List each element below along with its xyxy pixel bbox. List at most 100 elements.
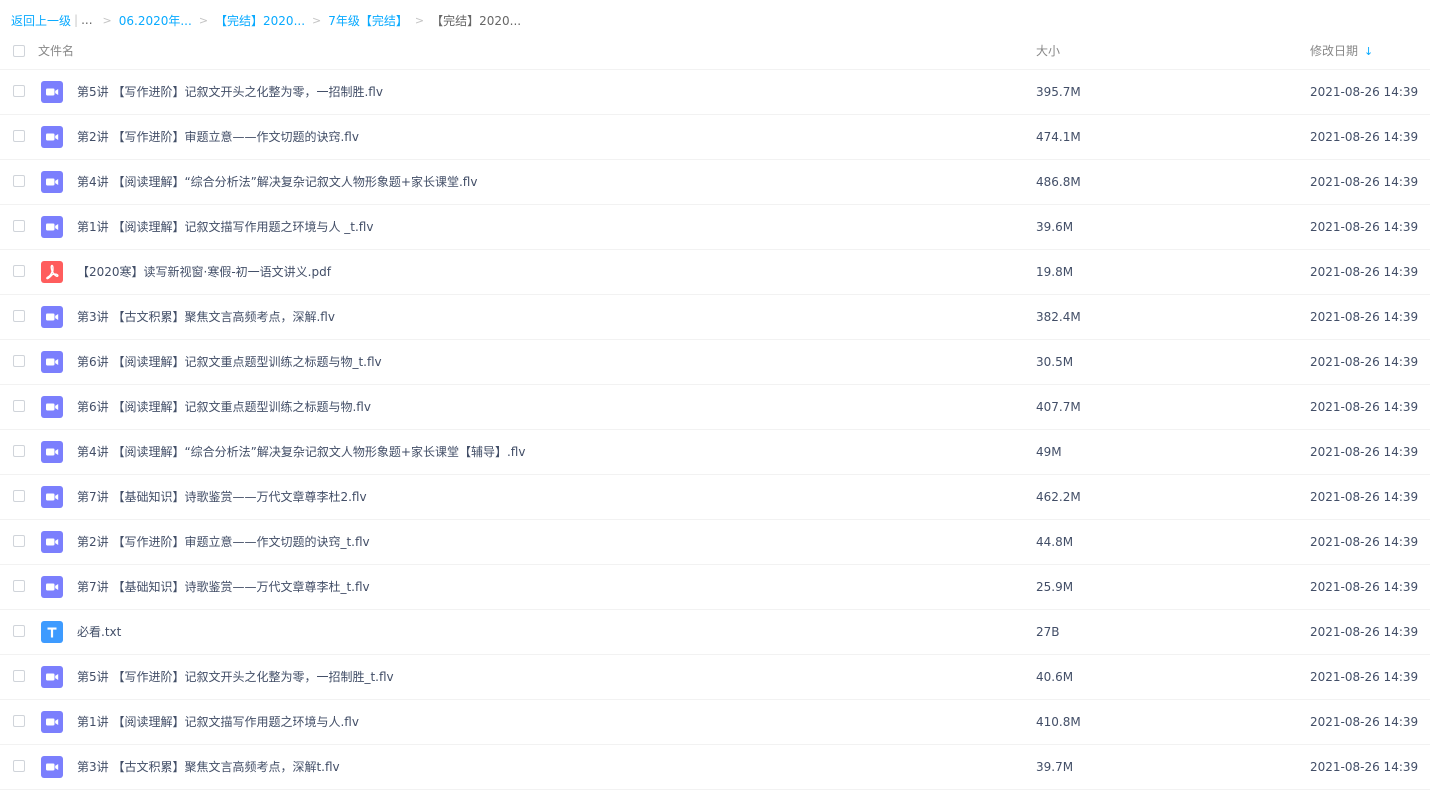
txt-icon[interactable] xyxy=(41,621,63,643)
row-checkbox[interactable] xyxy=(13,310,25,322)
file-size: 474.1M xyxy=(1036,130,1081,144)
file-row[interactable]: 第3讲 【古文积累】聚焦文言高频考点，深解t.flv 39.7M 2021-08-2… xyxy=(0,745,1430,790)
file-modified-date: 2021-08-26 14:39 xyxy=(1310,85,1419,99)
file-size: 19.8M xyxy=(1036,265,1074,279)
row-checkbox[interactable] xyxy=(13,400,25,412)
file-name[interactable]: 第2讲 【写作进阶】审题立意——作文切题的诀窍.flv xyxy=(77,115,359,159)
row-checkbox[interactable] xyxy=(13,445,25,457)
select-all-checkbox[interactable] xyxy=(13,45,25,57)
file-row[interactable]: 第6讲 【阅读理解】记叙文重点题型训练之标题与物_t.flv 30.5M 2021-… xyxy=(0,340,1430,385)
video-icon[interactable] xyxy=(41,756,63,778)
file-name[interactable]: 第6讲 【阅读理解】记叙文重点题型训练之标题与物_t.flv xyxy=(77,340,382,384)
row-checkbox[interactable] xyxy=(13,625,25,637)
file-name[interactable]: 第1讲 【阅读理解】记叙文描写作用题之环境与人 _t.flv xyxy=(77,205,373,249)
breadcrumb-item-grade7[interactable]: 7年级【完结】 xyxy=(328,12,408,29)
file-row[interactable]: 第1讲 【阅读理解】记叙文描写作用题之环境与人.flv 410.8M 2021-08… xyxy=(0,700,1430,745)
file-row[interactable]: 第5讲 【写作进阶】记叙文开头之化整为零，一招制胜_t.flv 40.6M 2021… xyxy=(0,655,1430,700)
file-modified-date: 2021-08-26 14:39 xyxy=(1310,130,1419,144)
row-checkbox[interactable] xyxy=(13,355,25,367)
file-size: 407.7M xyxy=(1036,400,1081,414)
file-name[interactable]: 第6讲 【阅读理解】记叙文重点题型训练之标题与物.flv xyxy=(77,385,371,429)
file-size: 462.2M xyxy=(1036,490,1081,504)
file-name[interactable]: 第7讲 【基础知识】诗歌鉴赏——万代文章尊李杜2.flv xyxy=(77,475,367,519)
file-modified-date: 2021-08-26 14:39 xyxy=(1310,445,1419,459)
file-name[interactable]: 第3讲 【古文积累】聚焦文言高频考点，深解.flv xyxy=(77,295,335,339)
file-modified-date: 2021-08-26 14:39 xyxy=(1310,400,1419,414)
row-checkbox[interactable] xyxy=(13,220,25,232)
file-row[interactable]: 第7讲 【基础知识】诗歌鉴赏——万代文章尊李杜2.flv 462.2M 2021-0… xyxy=(0,475,1430,520)
column-header-size[interactable]: 大小 xyxy=(1036,33,1060,69)
video-icon[interactable] xyxy=(41,396,63,418)
breadcrumb-back-link[interactable]: 返回上一级 xyxy=(11,12,71,29)
file-row[interactable]: 第7讲 【基础知识】诗歌鉴赏——万代文章尊李杜_t.flv 25.9M 2021-0… xyxy=(0,565,1430,610)
video-icon[interactable] xyxy=(41,441,63,463)
row-checkbox[interactable] xyxy=(13,535,25,547)
file-name[interactable]: 第1讲 【阅读理解】记叙文描写作用题之环境与人.flv xyxy=(77,700,359,744)
video-icon[interactable] xyxy=(41,351,63,373)
file-size: 27B xyxy=(1036,625,1060,639)
video-icon[interactable] xyxy=(41,216,63,238)
sort-down-arrow-icon[interactable]: ↓ xyxy=(1364,45,1373,58)
pdf-icon[interactable] xyxy=(41,261,63,283)
file-name[interactable]: 必看.txt xyxy=(77,610,121,654)
video-icon[interactable] xyxy=(41,666,63,688)
file-row[interactable]: 第4讲 【阅读理解】“综合分析法”解决复杂记叙文人物形象题+家长课堂【辅导】.f… xyxy=(0,430,1430,475)
breadcrumb-chevron-icon: > xyxy=(198,13,209,27)
column-header-name[interactable]: 文件名 xyxy=(38,33,74,69)
breadcrumb-divider: | xyxy=(74,13,79,27)
row-checkbox[interactable] xyxy=(13,490,25,502)
video-icon[interactable] xyxy=(41,531,63,553)
file-list-header: 文件名 大小 修改日期 ↓ xyxy=(0,33,1430,70)
file-row[interactable]: 必看.txt 27B 2021-08-26 14:39 xyxy=(0,610,1430,655)
row-checkbox[interactable] xyxy=(13,760,25,772)
file-size: 486.8M xyxy=(1036,175,1081,189)
row-checkbox[interactable] xyxy=(13,175,25,187)
breadcrumb-item-complete-2020[interactable]: 【完结】2020... xyxy=(215,12,305,29)
file-name[interactable]: 第7讲 【基础知识】诗歌鉴赏——万代文章尊李杜_t.flv xyxy=(77,565,370,609)
file-row[interactable]: 第2讲 【写作进阶】审题立意——作文切题的诀窍_t.flv 44.8M 2021-0… xyxy=(0,520,1430,565)
video-icon[interactable] xyxy=(41,711,63,733)
video-icon[interactable] xyxy=(41,81,63,103)
file-name[interactable]: 第5讲 【写作进阶】记叙文开头之化整为零，一招制胜.flv xyxy=(77,70,383,114)
file-name[interactable]: 第5讲 【写作进阶】记叙文开头之化整为零，一招制胜_t.flv xyxy=(77,655,394,699)
row-checkbox[interactable] xyxy=(13,265,25,277)
breadcrumb-item-2020[interactable]: 06.2020年... xyxy=(119,12,192,29)
file-name[interactable]: 第2讲 【写作进阶】审题立意——作文切题的诀窍_t.flv xyxy=(77,520,370,564)
video-icon[interactable] xyxy=(41,486,63,508)
file-name[interactable]: 【2020寒】读写新视窗·寒假-初一语文讲义.pdf xyxy=(77,250,331,294)
video-icon[interactable] xyxy=(41,306,63,328)
file-size: 49M xyxy=(1036,445,1062,459)
video-icon[interactable] xyxy=(41,171,63,193)
file-name[interactable]: 第4讲 【阅读理解】“综合分析法”解决复杂记叙文人物形象题+家长课堂【辅导】.f… xyxy=(77,430,525,474)
breadcrumb-chevron-icon: > xyxy=(312,13,322,27)
file-modified-date: 2021-08-26 14:39 xyxy=(1310,265,1419,279)
file-size: 40.6M xyxy=(1036,670,1074,684)
file-modified-date: 2021-08-26 14:39 xyxy=(1310,310,1419,324)
file-row[interactable]: 第1讲 【阅读理解】记叙文描写作用题之环境与人 _t.flv 39.6M 2021-… xyxy=(0,205,1430,250)
file-row[interactable]: 第3讲 【古文积累】聚焦文言高频考点，深解.flv 382.4M 2021-08-2… xyxy=(0,295,1430,340)
file-modified-date: 2021-08-26 14:39 xyxy=(1310,355,1419,369)
video-icon[interactable] xyxy=(41,126,63,148)
row-checkbox[interactable] xyxy=(13,85,25,97)
file-modified-date: 2021-08-26 14:39 xyxy=(1310,175,1419,189)
video-icon[interactable] xyxy=(41,576,63,598)
row-checkbox[interactable] xyxy=(13,670,25,682)
file-modified-date: 2021-08-26 14:39 xyxy=(1310,535,1419,549)
row-checkbox[interactable] xyxy=(13,715,25,727)
file-row[interactable]: 第5讲 【写作进阶】记叙文开头之化整为零，一招制胜.flv 395.7M 2021-… xyxy=(0,70,1430,115)
file-size: 382.4M xyxy=(1036,310,1081,324)
column-header-date[interactable]: 修改日期 ↓ xyxy=(1310,33,1373,69)
row-checkbox[interactable] xyxy=(13,580,25,592)
file-row[interactable]: 第2讲 【写作进阶】审题立意——作文切题的诀窍.flv 474.1M 2021-08… xyxy=(0,115,1430,160)
file-size: 44.8M xyxy=(1036,535,1074,549)
file-size: 395.7M xyxy=(1036,85,1081,99)
file-name[interactable]: 第4讲 【阅读理解】“综合分析法”解决复杂记叙文人物形象题+家长课堂.flv xyxy=(77,160,477,204)
file-name[interactable]: 第3讲 【古文积累】聚焦文言高频考点，深解t.flv xyxy=(77,745,340,789)
row-checkbox[interactable] xyxy=(13,130,25,142)
file-size: 39.7M xyxy=(1036,760,1074,774)
file-row[interactable]: 第4讲 【阅读理解】“综合分析法”解决复杂记叙文人物形象题+家长课堂.flv 48… xyxy=(0,160,1430,205)
file-modified-date: 2021-08-26 14:39 xyxy=(1310,220,1419,234)
file-row[interactable]: 【2020寒】读写新视窗·寒假-初一语文讲义.pdf 19.8M 2021-08-2… xyxy=(0,250,1430,295)
breadcrumb-ellipsis[interactable]: ... xyxy=(81,13,92,27)
file-row[interactable]: 第6讲 【阅读理解】记叙文重点题型训练之标题与物.flv 407.7M 2021-0… xyxy=(0,385,1430,430)
